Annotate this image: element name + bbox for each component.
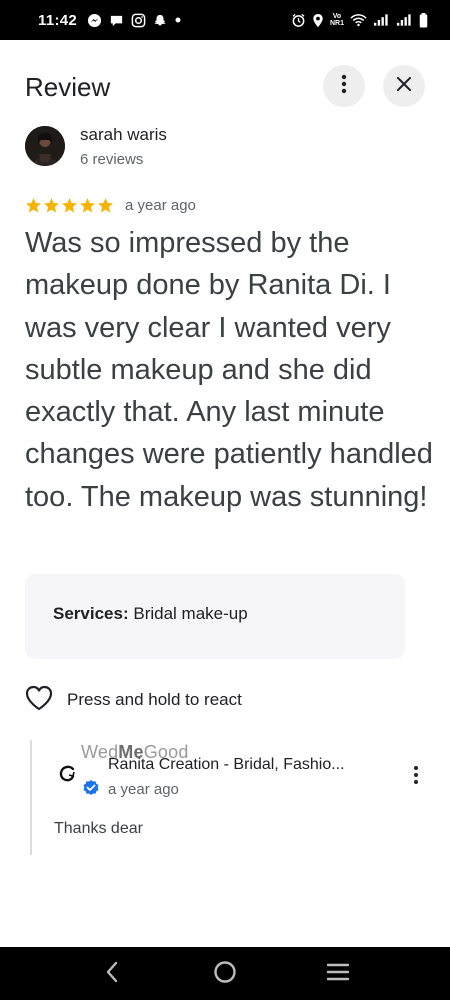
avatar[interactable] <box>25 126 65 166</box>
signal-icon <box>373 12 390 28</box>
chat-icon <box>109 12 124 28</box>
wifi-icon <box>350 12 367 28</box>
volte-bottom: NR1 <box>329 20 344 27</box>
owner-logo[interactable] <box>56 762 82 788</box>
messenger-icon <box>87 12 102 28</box>
owner-reply-text: Thanks dear <box>54 820 143 837</box>
review-header: Review <box>0 62 450 112</box>
react-label: Press and hold to react <box>67 690 242 709</box>
star-icon <box>98 197 113 212</box>
services-card: Services: Bridal make-up <box>25 574 405 659</box>
services-value: Bridal make-up <box>133 604 248 623</box>
dot-icon <box>174 12 182 28</box>
more-options-button[interactable] <box>323 65 365 107</box>
close-button[interactable] <box>383 65 425 107</box>
review-time: a year ago <box>125 196 196 214</box>
snapchat-icon <box>153 12 167 28</box>
owner-reply: WedMeGood Ranita Creation - Bridal, Fash… <box>30 740 430 855</box>
more-vert-icon <box>341 74 347 99</box>
reviewer-name[interactable]: sarah waris <box>80 125 167 145</box>
rating-row: a year ago <box>25 194 196 216</box>
volte-icon: Vo NR1 <box>330 12 344 28</box>
services-label: Services: <box>53 604 129 623</box>
star-icon <box>62 197 77 212</box>
home-icon <box>213 960 237 989</box>
status-left-icons <box>87 12 182 28</box>
reply-more-options-button[interactable] <box>408 764 424 786</box>
review-text: Was so impressed by the makeup done by R… <box>25 227 433 513</box>
battery-icon <box>419 12 428 28</box>
back-button[interactable] <box>98 960 126 988</box>
status-bar: 11:42 Vo NR1 <box>0 0 450 40</box>
location-icon <box>312 12 324 28</box>
navigation-bar <box>0 947 450 1000</box>
owner-reply-time: a year ago <box>108 781 179 798</box>
react-button[interactable]: Press and hold to react <box>25 685 242 716</box>
status-time: 11:42 <box>38 11 78 29</box>
reviewer-review-count: 6 reviews <box>80 151 144 168</box>
home-button[interactable] <box>211 960 239 988</box>
recents-icon <box>326 962 350 987</box>
star-icon <box>26 197 41 212</box>
star-rating <box>25 197 114 214</box>
reviewer-info[interactable]: sarah waris 6 reviews <box>25 125 425 170</box>
close-icon <box>396 76 412 97</box>
back-icon <box>105 961 119 988</box>
page-title: Review <box>25 72 111 102</box>
star-icon <box>44 197 59 212</box>
verified-badge-icon <box>82 779 100 797</box>
instagram-icon <box>131 12 146 28</box>
owner-name[interactable]: Ranita Creation - Bridal, Fashio... <box>108 756 345 774</box>
recents-button[interactable] <box>324 960 352 988</box>
heart-outline-icon <box>25 685 53 716</box>
signal-icon <box>396 12 413 28</box>
star-icon <box>80 197 95 212</box>
status-right-icons: Vo NR1 <box>291 12 428 28</box>
alarm-icon <box>291 12 306 28</box>
volte-top: Vo <box>332 13 342 20</box>
